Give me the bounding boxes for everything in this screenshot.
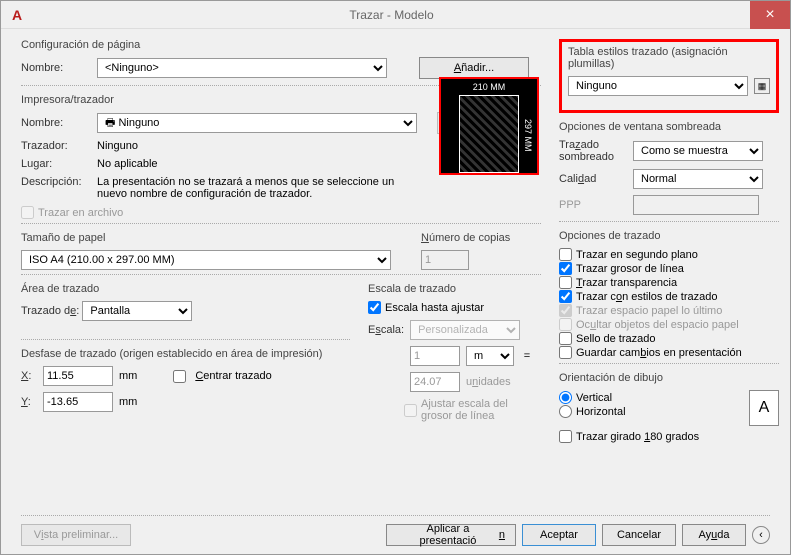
orientation-icon: A — [749, 390, 779, 426]
paper-preview: 210 MM 297 MM — [439, 77, 539, 175]
page-name-select[interactable]: <Ninguno> — [97, 58, 387, 78]
plot-to-file-checkbox — [21, 206, 34, 219]
plotter-value: Ninguno — [97, 140, 138, 152]
opt-trans-label: Trazar transparencia — [576, 277, 677, 289]
plotter-label: Trazador: — [21, 140, 91, 152]
fit-to-paper-label: Escala hasta ajustar — [385, 302, 484, 314]
scale-unit-select[interactable]: mm — [466, 346, 514, 366]
scale-lw-label: Ajustar escala del grosor de línea — [421, 398, 541, 422]
plot-style-label: Tabla estilos trazado (asignación plumil… — [568, 46, 770, 70]
quality-label: Calidad — [559, 173, 627, 185]
expand-icon[interactable]: ‹ — [752, 526, 770, 544]
opt-paperspace-checkbox — [559, 304, 572, 317]
opt-hide-label: Ocultar objetos del espacio papel — [576, 319, 739, 331]
upside-label: Trazar girado 180 grados — [576, 431, 699, 443]
offset-label: Desfase de trazado (origen establecido e… — [21, 348, 350, 360]
x-label: X: — [21, 370, 37, 382]
printer-name-label: Nombre: — [21, 117, 91, 129]
paper-size-label: Tamaño de papel — [21, 232, 403, 244]
y-label: Y: — [21, 396, 37, 408]
plot-options-label: Opciones de trazado — [559, 230, 779, 242]
portrait-label: Vertical — [576, 392, 612, 404]
location-value: No aplicable — [97, 158, 158, 170]
help-button[interactable]: Ayuda — [682, 524, 746, 546]
copies-label: Número de copias — [421, 232, 541, 244]
opt-lw-checkbox[interactable] — [559, 262, 572, 275]
opt-styles-label: Trazar con estilos de trazado — [576, 291, 717, 303]
landscape-label: Horizontal — [576, 406, 626, 418]
y-mm: mm — [119, 396, 137, 408]
y-input[interactable] — [43, 392, 113, 412]
location-label: Lugar: — [21, 158, 91, 170]
page-config-label: Configuración de página — [21, 39, 541, 51]
scale-denom-input — [410, 372, 460, 392]
window-title: Trazar - Modelo — [33, 8, 750, 22]
scale-select: Personalizada — [410, 320, 520, 340]
plot-to-file-label: Trazar en archivo — [38, 207, 123, 219]
portrait-radio[interactable] — [559, 391, 572, 404]
x-input[interactable] — [43, 366, 113, 386]
center-checkbox[interactable] — [173, 370, 186, 383]
quality-select[interactable]: Normal — [633, 169, 763, 189]
shade-plot-label: Trazado sombreado — [559, 139, 627, 163]
fit-to-paper-checkbox[interactable] — [368, 301, 381, 314]
scale-num-input — [410, 346, 460, 366]
preview-width-label: 210 MM — [441, 82, 537, 92]
opt-bg-checkbox[interactable] — [559, 248, 572, 261]
opt-lw-label: Trazar grosor de línea — [576, 263, 684, 275]
description-label: Descripción: — [21, 176, 91, 188]
titlebar: A Trazar - Modelo × — [1, 1, 790, 29]
orientation-label: Orientación de dibujo — [559, 372, 779, 384]
what-to-plot-select[interactable]: Pantalla — [82, 301, 192, 321]
dpi-label: PPP — [559, 199, 627, 211]
units-label: unidades — [466, 376, 511, 388]
scale-lw-checkbox — [404, 404, 417, 417]
ok-button[interactable]: Aceptar — [522, 524, 596, 546]
plot-scale-label: Escala de trazado — [368, 283, 541, 295]
printer-name-select[interactable]: 🖶 Ninguno — [97, 113, 417, 133]
edit-style-icon[interactable]: ▦ — [754, 78, 770, 94]
opt-bg-label: Trazar en segundo plano — [576, 249, 698, 261]
equals-icon: = — [520, 350, 534, 362]
app-icon: A — [7, 5, 27, 25]
center-label: Centrar trazado — [195, 370, 271, 382]
close-button[interactable]: × — [750, 1, 790, 29]
shade-plot-select[interactable]: Como se muestra — [633, 141, 763, 161]
opt-hide-checkbox — [559, 318, 572, 331]
opt-stamp-checkbox[interactable] — [559, 332, 572, 345]
add-button[interactable]: Añadir... — [419, 57, 529, 79]
apply-button[interactable]: Aplicar a presentación — [386, 524, 516, 546]
preview-button[interactable]: Vista preliminar... — [21, 524, 131, 546]
plot-area-label: Área de trazado — [21, 283, 350, 295]
cancel-button[interactable]: Cancelar — [602, 524, 676, 546]
landscape-radio[interactable] — [559, 405, 572, 418]
scale-label: Escala: — [368, 324, 404, 336]
upside-checkbox[interactable] — [559, 430, 572, 443]
dpi-input — [633, 195, 759, 215]
plot-style-select[interactable]: Ninguno — [568, 76, 748, 96]
page-name-label: Nombre: — [21, 62, 91, 74]
description-value: La presentación no se trazará a menos qu… — [97, 176, 417, 200]
shaded-label: Opciones de ventana sombreada — [559, 121, 779, 133]
preview-height-label: 297 MM — [523, 119, 533, 152]
opt-save-checkbox[interactable] — [559, 346, 572, 359]
paper-size-select[interactable]: ISO A4 (210.00 x 297.00 MM) — [21, 250, 391, 270]
opt-trans-checkbox[interactable] — [559, 276, 572, 289]
plot-dialog: A Trazar - Modelo × Configuración de pág… — [0, 0, 791, 555]
plot-style-highlight: Tabla estilos trazado (asignación plumil… — [559, 39, 779, 113]
opt-paperspace-label: Trazar espacio papel lo último — [576, 305, 722, 317]
x-mm: mm — [119, 370, 137, 382]
opt-save-label: Guardar cambios en presentación — [576, 347, 742, 359]
opt-styles-checkbox[interactable] — [559, 290, 572, 303]
opt-stamp-label: Sello de trazado — [576, 333, 656, 345]
copies-spinner: 1 — [421, 250, 469, 270]
what-to-plot-label: Trazado de: — [21, 305, 79, 317]
